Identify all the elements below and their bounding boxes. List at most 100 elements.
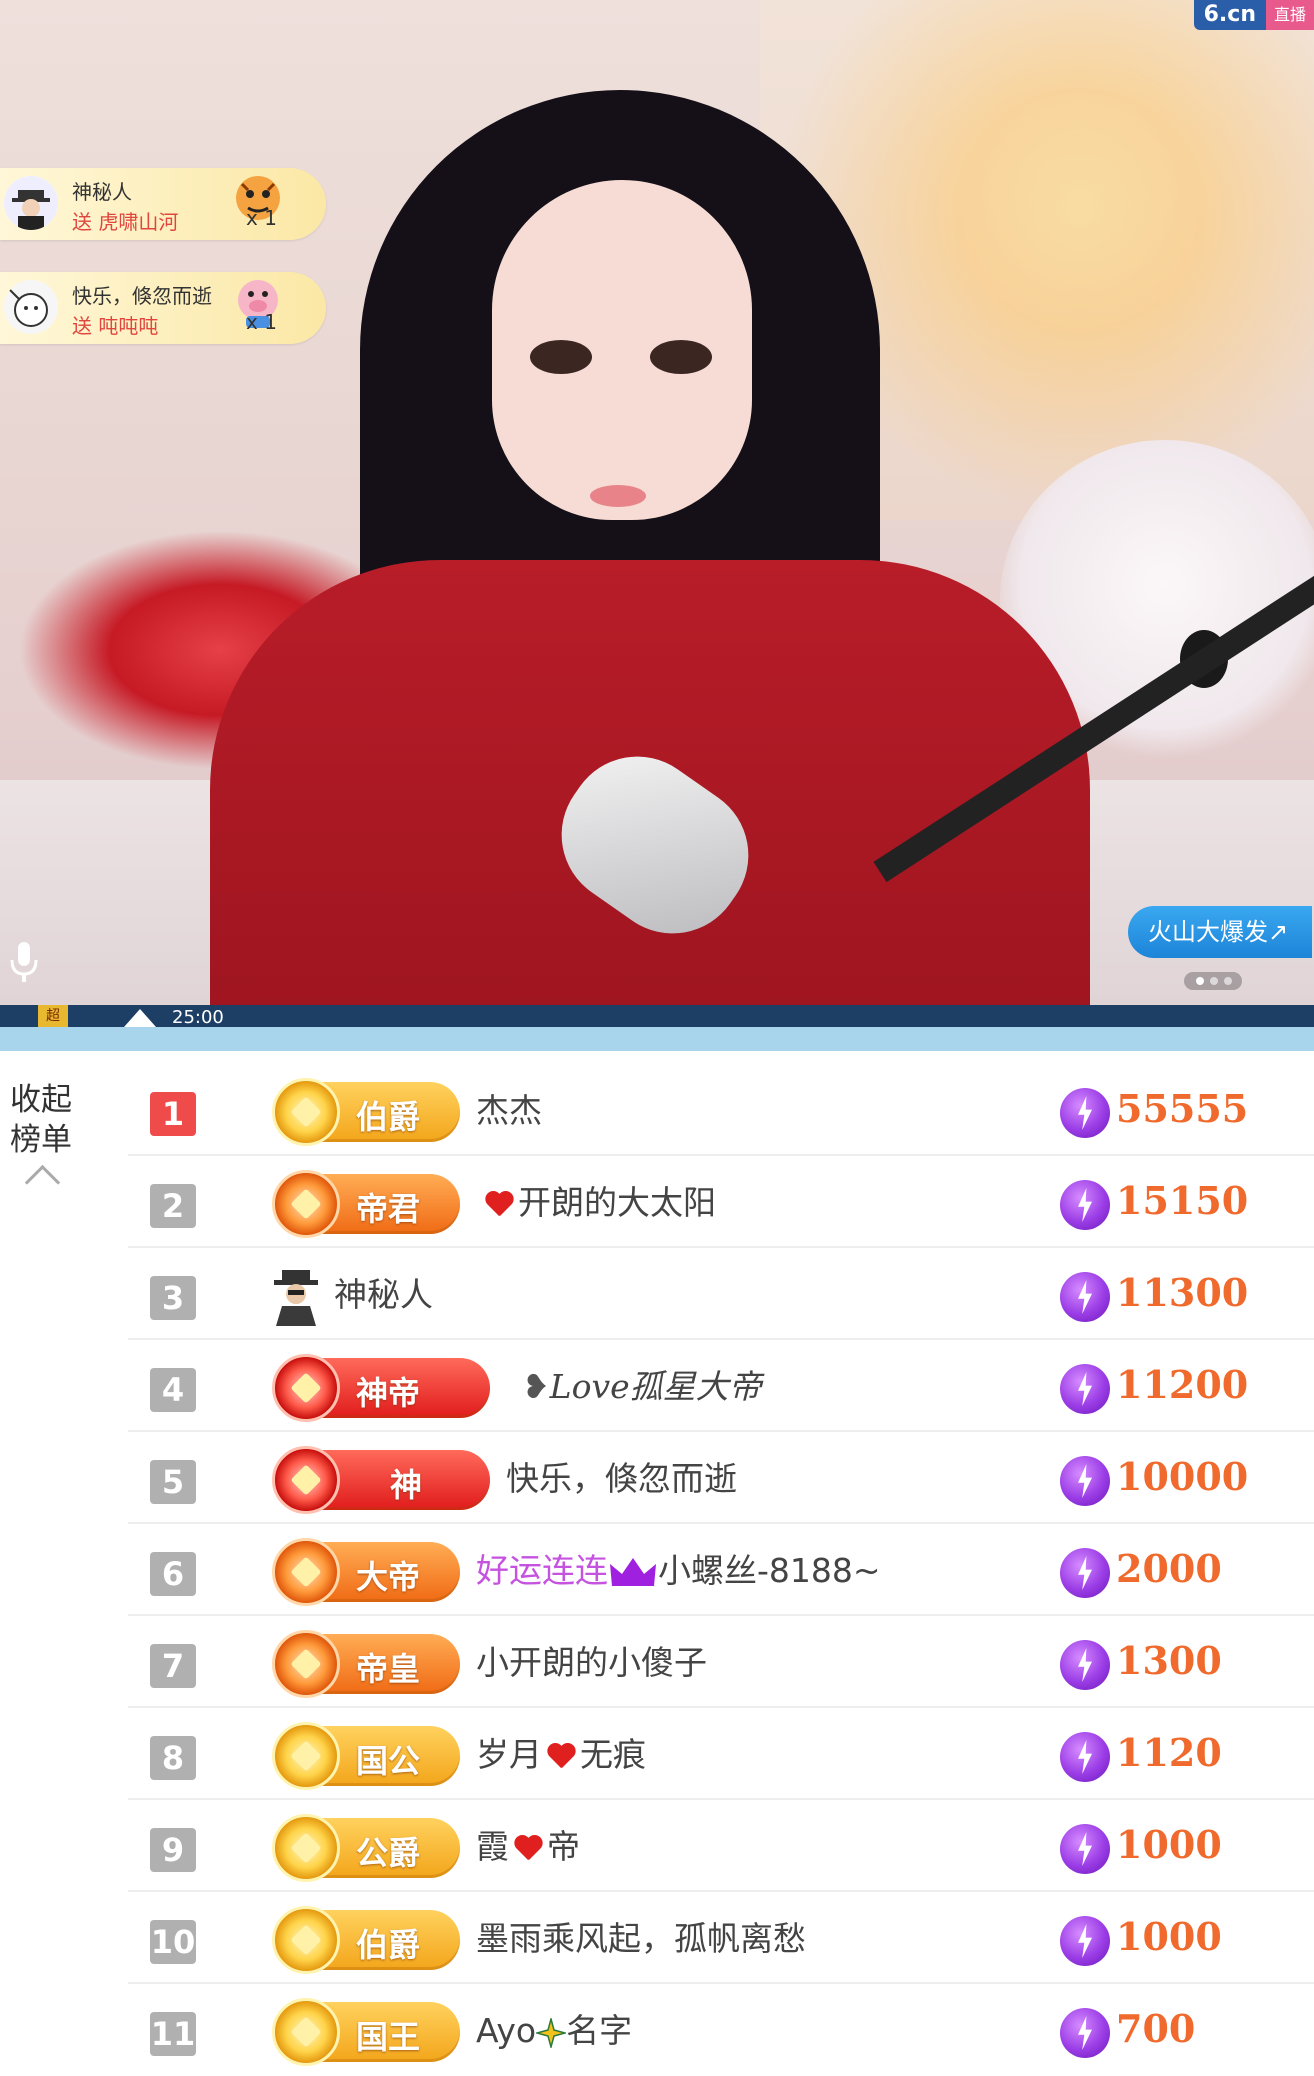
user-name-text: 小螺丝-8188~	[658, 1551, 881, 1590]
rank-number: 6	[150, 1552, 196, 1596]
section-divider	[0, 1027, 1314, 1051]
badge-label: 帝君	[356, 1190, 421, 1228]
gift-text: 送 吨吨吨	[72, 314, 159, 338]
ranking-row[interactable]: 3 神秘人 11300	[0, 1248, 1314, 1340]
user-name: 快乐，倏忽而逝	[506, 1459, 737, 1498]
contribution-score: 2000	[1116, 1546, 1222, 1591]
user-name-part: 无痕	[580, 1735, 646, 1774]
title-badge: 国王	[272, 1998, 460, 2066]
microphone-icon[interactable]	[8, 940, 40, 984]
streamer-eye-right	[650, 340, 712, 374]
lightning-coin-icon	[1060, 1916, 1110, 1966]
gift-sender-name: 快乐，倏忽而逝	[72, 284, 212, 308]
streamer-mouth	[590, 485, 646, 507]
contribution-score: 11300	[1116, 1270, 1249, 1315]
gift-notification: 快乐，倏忽而逝 送 吨吨吨 x 1	[0, 272, 326, 344]
avatar	[4, 176, 58, 230]
gift-count: x 1	[246, 206, 277, 230]
title-badge: 伯爵	[272, 1078, 460, 1146]
crown-icon	[610, 1557, 656, 1586]
contribution-score: 1000	[1116, 1914, 1222, 1959]
quality-badge[interactable]: 超	[38, 1005, 68, 1027]
title-badge: 神帝	[272, 1354, 490, 1422]
badge-label: 神	[390, 1466, 423, 1504]
live-video[interactable]: 6.cn 直播 神秘人 送 虎啸山河 x 1 快乐，倏忽而逝 送 吨吨吨 x 1…	[0, 0, 1314, 1005]
rank-number: 7	[150, 1644, 196, 1688]
title-badge: 帝君	[272, 1170, 460, 1238]
badge-label: 神帝	[356, 1374, 421, 1412]
brand-logo: 6.cn 直播	[1193, 0, 1314, 30]
contribution-score: 11200	[1116, 1362, 1249, 1407]
lightning-coin-icon	[1060, 1732, 1110, 1782]
user-name-part: 帝	[547, 1827, 580, 1866]
rank-number: 4	[150, 1368, 196, 1412]
badge-emblem-icon	[272, 1906, 340, 1974]
user-name: 小开朗的小傻子	[476, 1643, 707, 1682]
ranking-row[interactable]: 4 神帝 ❥Love孤星大帝 11200	[0, 1340, 1314, 1432]
volcano-event-button[interactable]: 火山大爆发↗	[1128, 906, 1312, 958]
badge-emblem-icon	[272, 1538, 340, 1606]
badge-label: 大帝	[356, 1558, 421, 1596]
contribution-score: 10000	[1116, 1454, 1249, 1499]
badge-emblem-icon	[272, 1998, 340, 2066]
badge-emblem-icon	[272, 1722, 340, 1790]
badge-label: 伯爵	[356, 1926, 421, 1964]
user-name: Ayo 名字	[476, 2004, 632, 2052]
user-name: 好运连连 小螺丝-8188~	[476, 1544, 881, 1592]
contribution-score: 700	[1116, 2006, 1196, 2051]
title-badge: 帝皇	[272, 1630, 460, 1698]
lightning-coin-icon	[1060, 1180, 1110, 1230]
badge-emblem-icon	[272, 1078, 340, 1146]
gift-notification: 神秘人 送 虎啸山河 x 1	[0, 168, 326, 240]
badge-label: 国王	[356, 2018, 421, 2056]
ranking-row[interactable]: 1 伯爵 杰杰 55555	[0, 1064, 1314, 1156]
ranking-row[interactable]: 6 大帝 好运连连 小螺丝-8188~ 2000	[0, 1524, 1314, 1616]
user-name: 杰杰	[476, 1091, 542, 1130]
user-name: 开朗的大太阳	[480, 1176, 716, 1224]
user-name: 墨雨乘风起，孤帆离愁	[476, 1919, 806, 1958]
ranking-row[interactable]: 2 帝君 开朗的大太阳 15150	[0, 1156, 1314, 1248]
brand-tag: 直播	[1265, 0, 1314, 30]
rank-number: 8	[150, 1736, 196, 1780]
lightning-coin-icon	[1060, 1824, 1110, 1874]
rank-number: 10	[150, 1920, 196, 1964]
lightning-coin-icon	[1060, 1272, 1110, 1322]
ranking-row[interactable]: 9 公爵 霞帝 1000	[0, 1800, 1314, 1892]
contribution-score: 55555	[1116, 1086, 1249, 1131]
user-name-part: 霞	[476, 1827, 509, 1866]
title-badge: 伯爵	[272, 1906, 460, 1974]
user-name: 岁月 无痕	[476, 1728, 646, 1776]
badge-emblem-icon	[272, 1814, 340, 1882]
ranking-row[interactable]: 8 国公 岁月 无痕 1120	[0, 1708, 1314, 1800]
ranking-row[interactable]: 7 帝皇 小开朗的小傻子 1300	[0, 1616, 1314, 1708]
user-name-part: Ayo	[476, 2011, 537, 2050]
avatar	[4, 280, 58, 334]
contribution-score: 1000	[1116, 1822, 1222, 1867]
gift-count: x 1	[246, 310, 277, 334]
ranking-row[interactable]: 10 伯爵 墨雨乘风起，孤帆离愁 1000	[0, 1892, 1314, 1984]
title-badge: 神	[272, 1446, 490, 1514]
heart-icon	[484, 1192, 514, 1218]
rank-number: 9	[150, 1828, 196, 1872]
badge-label: 国公	[356, 1742, 421, 1780]
swirl-icon: ❥	[522, 1367, 550, 1406]
badge-emblem-icon	[272, 1354, 340, 1422]
carousel-indicator[interactable]	[1184, 972, 1242, 990]
ranking-row[interactable]: 11 国王 Ayo 名字 700	[0, 1984, 1314, 2076]
lightning-coin-icon	[1060, 1548, 1110, 1598]
user-name-part: 岁月	[476, 1735, 542, 1774]
badge-label: 伯爵	[356, 1098, 421, 1136]
user-name-text: 开朗的大太阳	[518, 1183, 716, 1222]
user-name-text: Love孤星大帝	[549, 1367, 762, 1406]
rank-number: 2	[150, 1184, 196, 1228]
user-name: 神秘人	[334, 1275, 433, 1314]
rank-number: 5	[150, 1460, 196, 1504]
ranking-row[interactable]: 5 神 快乐，倏忽而逝 10000	[0, 1432, 1314, 1524]
lightning-coin-icon	[1060, 2008, 1110, 2058]
badge-emblem-icon	[272, 1170, 340, 1238]
user-name-part: 名字	[566, 2011, 633, 2050]
gift-text: 送 虎啸山河	[72, 210, 179, 234]
lightning-coin-icon	[1060, 1088, 1110, 1138]
title-badge: 大帝	[272, 1538, 460, 1606]
rank-number: 11	[150, 2012, 196, 2056]
